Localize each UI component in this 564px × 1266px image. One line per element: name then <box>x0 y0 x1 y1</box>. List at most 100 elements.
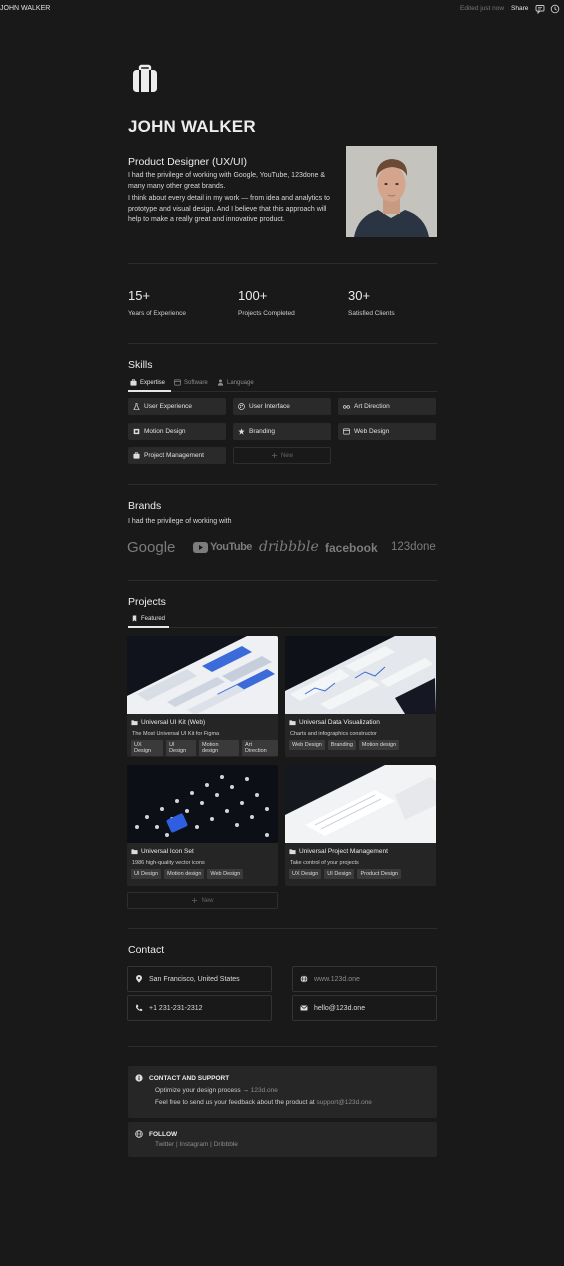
project-tags: Web Design Branding Motion design <box>289 740 436 750</box>
active-tab-indicator <box>128 626 169 628</box>
flask-icon <box>133 403 140 410</box>
add-skill-button[interactable]: New <box>233 447 331 464</box>
skill-user-experience[interactable]: User Experience <box>128 398 226 415</box>
comments-icon[interactable] <box>535 4 545 14</box>
instagram-link[interactable]: Instagram <box>179 1141 208 1148</box>
tag: Web Design <box>207 869 244 879</box>
project-description: 1986 high-quality vector icons <box>132 860 205 866</box>
tag: UI Design <box>166 740 197 756</box>
youtube-logo: YouTube <box>193 541 252 553</box>
page-title: JOHN WALKER <box>128 117 256 136</box>
tag: Product Design <box>357 869 402 879</box>
project-description: The Most Universal UI Kit for Figma <box>132 731 220 737</box>
website-text: www.123d.one <box>314 975 360 983</box>
social-links: Twitter | Instagram | Dribbble <box>155 1141 437 1148</box>
divider <box>128 343 437 344</box>
location-text: San Francisco, United States <box>149 975 240 983</box>
skill-branding[interactable]: Branding <box>233 423 331 440</box>
tab-label: Expertise <box>140 379 166 386</box>
facebook-logo: facebook <box>325 541 378 555</box>
add-project-button[interactable]: New <box>127 892 278 909</box>
stat-value: 15+ <box>128 288 151 303</box>
dribbble-logo: dribbble <box>259 539 319 555</box>
phone-icon <box>136 1004 143 1011</box>
phone-text: +1 231-231-2312 <box>149 1004 203 1012</box>
project-title: Universal Project Management <box>289 848 436 855</box>
briefcase-icon <box>133 452 140 459</box>
phone-field[interactable]: +1 231-231-2312 <box>127 995 272 1021</box>
globe-icon <box>300 975 308 983</box>
divider <box>128 484 437 485</box>
project-tags: UI Design Motion design Web Design <box>131 869 278 879</box>
stat-label: Projects Completed <box>238 310 295 317</box>
stat-clients: 30+ Satisfied Clients <box>348 288 395 317</box>
project-card-icon-set[interactable]: Universal Icon Set 1986 high-quality vec… <box>127 765 278 886</box>
tab-label: Language <box>227 379 254 386</box>
project-card-project-management[interactable]: Universal Project Management Take contro… <box>285 765 436 886</box>
tab-expertise[interactable]: Expertise <box>130 379 165 386</box>
youtube-wordmark: YouTube <box>210 541 252 553</box>
project-description: Take control of your projects <box>290 860 359 866</box>
skills-tabs: Expertise Software Language <box>128 378 437 392</box>
folder-icon <box>131 849 138 855</box>
stat-label: Years of Experience <box>128 310 186 317</box>
tab-language[interactable]: Language <box>217 379 254 386</box>
youtube-play-icon <box>193 541 208 553</box>
bookmark-icon <box>132 615 137 622</box>
follow-callout: FOLLOW Twitter | Instagram | Dribbble <box>128 1122 437 1157</box>
skill-web-design[interactable]: Web Design <box>338 423 436 440</box>
map-pin-icon <box>136 975 142 983</box>
project-description: Charts and infographics constructor <box>290 731 377 737</box>
breadcrumb-title[interactable]: JOHN WALKER <box>0 5 50 12</box>
stat-value: 30+ <box>348 288 371 303</box>
website-field[interactable]: www.123d.one <box>292 966 437 992</box>
website-link[interactable]: 123d.one <box>251 1087 278 1094</box>
folder-icon <box>289 849 296 855</box>
google-logo: Google <box>127 539 176 556</box>
project-cover-image <box>285 765 436 843</box>
email-field[interactable]: hello@123d.one <box>292 995 437 1021</box>
stat-projects: 100+ Projects Completed <box>238 288 295 317</box>
tab-featured[interactable]: Featured <box>131 615 165 622</box>
updates-clock-icon[interactable] <box>550 4 560 14</box>
skill-label: Web Design <box>354 428 390 435</box>
dribbble-link[interactable]: Dribbble <box>214 1141 238 1148</box>
follow-heading-text: FOLLOW <box>149 1130 178 1138</box>
divider <box>128 1046 437 1047</box>
stat-experience: 15+ Years of Experience <box>128 288 186 317</box>
brands-subtitle: I had the privilege of working with <box>128 518 232 525</box>
project-card-data-visualization[interactable]: Universal Data Visualization Charts and … <box>285 636 436 757</box>
skill-art-direction[interactable]: Art Direction <box>338 398 436 415</box>
briefcase-icon[interactable] <box>130 64 160 94</box>
tab-software[interactable]: Software <box>174 379 208 386</box>
skill-label: User Experience <box>144 403 193 410</box>
tag: UX Design <box>131 740 164 756</box>
intro-heading: Product Designer (UX/UI) <box>128 156 248 168</box>
folder-icon <box>131 720 138 726</box>
twitter-link[interactable]: Twitter <box>155 1141 174 1148</box>
support-line-2: Feel free to send us your feedback about… <box>155 1099 437 1106</box>
skill-project-management[interactable]: Project Management <box>128 447 226 464</box>
skill-motion-design[interactable]: Motion Design <box>128 423 226 440</box>
tab-label: Software <box>184 379 208 386</box>
project-card-ui-kit[interactable]: Universal UI Kit (Web) The Most Universa… <box>127 636 278 757</box>
support-email-link[interactable]: support@123d.one <box>317 1099 372 1106</box>
project-cover-image <box>285 636 436 714</box>
skills-heading: Skills <box>128 359 153 371</box>
profile-photo <box>346 146 437 237</box>
tab-label: Featured <box>141 615 166 622</box>
info-icon <box>135 1074 143 1082</box>
support-callout: CONTACT AND SUPPORT Optimize your design… <box>128 1066 437 1118</box>
share-button[interactable]: Share <box>511 5 528 12</box>
folder-icon <box>289 720 296 726</box>
project-title-text: Universal UI Kit (Web) <box>141 719 206 726</box>
window-icon <box>174 379 181 386</box>
location-field[interactable]: San Francisco, United States <box>127 966 272 992</box>
project-cover-image <box>127 765 278 843</box>
skill-user-interface[interactable]: User Interface <box>233 398 331 415</box>
divider <box>128 580 437 581</box>
new-label: New <box>280 452 293 459</box>
follow-heading: FOLLOW <box>135 1130 437 1138</box>
plus-icon <box>192 897 198 904</box>
stat-value: 100+ <box>238 288 268 303</box>
